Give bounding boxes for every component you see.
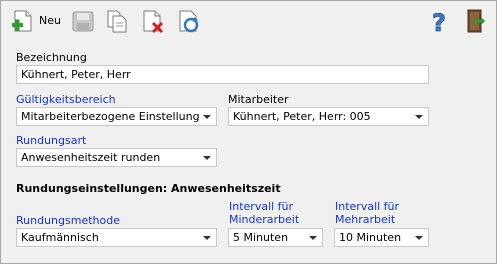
refresh-button[interactable] [177, 7, 201, 35]
mehrarbeit-label-line1: Intervall für [335, 200, 400, 213]
minderarbeit-select[interactable]: 5 Minuten [228, 228, 323, 247]
copy-icon [107, 10, 127, 33]
chevron-down-icon [309, 236, 317, 240]
delete-button[interactable] [141, 7, 165, 35]
chevron-down-icon [415, 236, 423, 240]
new-button-label[interactable]: Neu [39, 14, 61, 27]
chevron-down-icon [203, 156, 211, 160]
delete-icon [143, 10, 164, 34]
gueltigkeitsbereich-select[interactable]: Mitarbeiterbezogene Einstellung [16, 107, 217, 126]
mehrarbeit-select[interactable]: 10 Minuten [334, 228, 429, 247]
minderarbeit-value: 5 Minuten [233, 231, 289, 244]
chevron-down-icon [203, 236, 211, 240]
save-button[interactable] [71, 7, 95, 35]
rundungsart-select[interactable]: Anwesenheitszeit runden [16, 148, 217, 167]
minderarbeit-label-line1: Intervall für [229, 200, 294, 213]
mitarbeiter-select[interactable]: Kühnert, Peter, Herr: 005 [228, 107, 429, 126]
exit-icon [467, 9, 485, 33]
rundungsmethode-select[interactable]: Kaufmännisch [16, 228, 217, 247]
mehrarbeit-value: 10 Minuten [339, 231, 402, 244]
rundungsart-label: Rundungsart [16, 134, 87, 147]
bezeichnung-field[interactable]: Kühnert, Peter, Herr [16, 65, 429, 84]
mitarbeiter-label: Mitarbeiter [228, 93, 289, 106]
section-title: Rundungseinstellungen: Anwesenheitszeit [16, 182, 281, 195]
bezeichnung-label: Bezeichnung [16, 51, 87, 64]
chevron-down-icon [415, 115, 423, 119]
svg-text:?: ? [432, 9, 446, 35]
dialog-frame: Neu ? Bezeichnung Kühnert, Peter, Herr G… [0, 0, 497, 264]
mehrarbeit-label-line2: Mehrarbeit [335, 213, 396, 226]
refresh-icon [179, 10, 199, 33]
exit-button[interactable] [463, 7, 487, 35]
rundungsart-value: Anwesenheitszeit runden [21, 151, 161, 164]
new-document-icon [12, 10, 32, 32]
save-icon [72, 11, 94, 32]
mitarbeiter-value: Kühnert, Peter, Herr: 005 [233, 110, 371, 123]
gueltigkeitsbereich-value: Mitarbeiterbezogene Einstellung [21, 110, 200, 123]
copy-button[interactable] [105, 7, 129, 35]
chevron-down-icon [203, 115, 211, 119]
help-icon: ? [432, 9, 447, 35]
gueltigkeitsbereich-label: Gültigkeitsbereich [16, 93, 116, 106]
minderarbeit-label-line2: Minderarbeit [229, 213, 300, 226]
new-button[interactable] [11, 7, 35, 35]
rundungsmethode-label: Rundungsmethode [16, 214, 120, 227]
help-button[interactable]: ? [427, 7, 451, 35]
bezeichnung-value: Kühnert, Peter, Herr [21, 68, 131, 81]
rundungsmethode-value: Kaufmännisch [21, 231, 99, 244]
